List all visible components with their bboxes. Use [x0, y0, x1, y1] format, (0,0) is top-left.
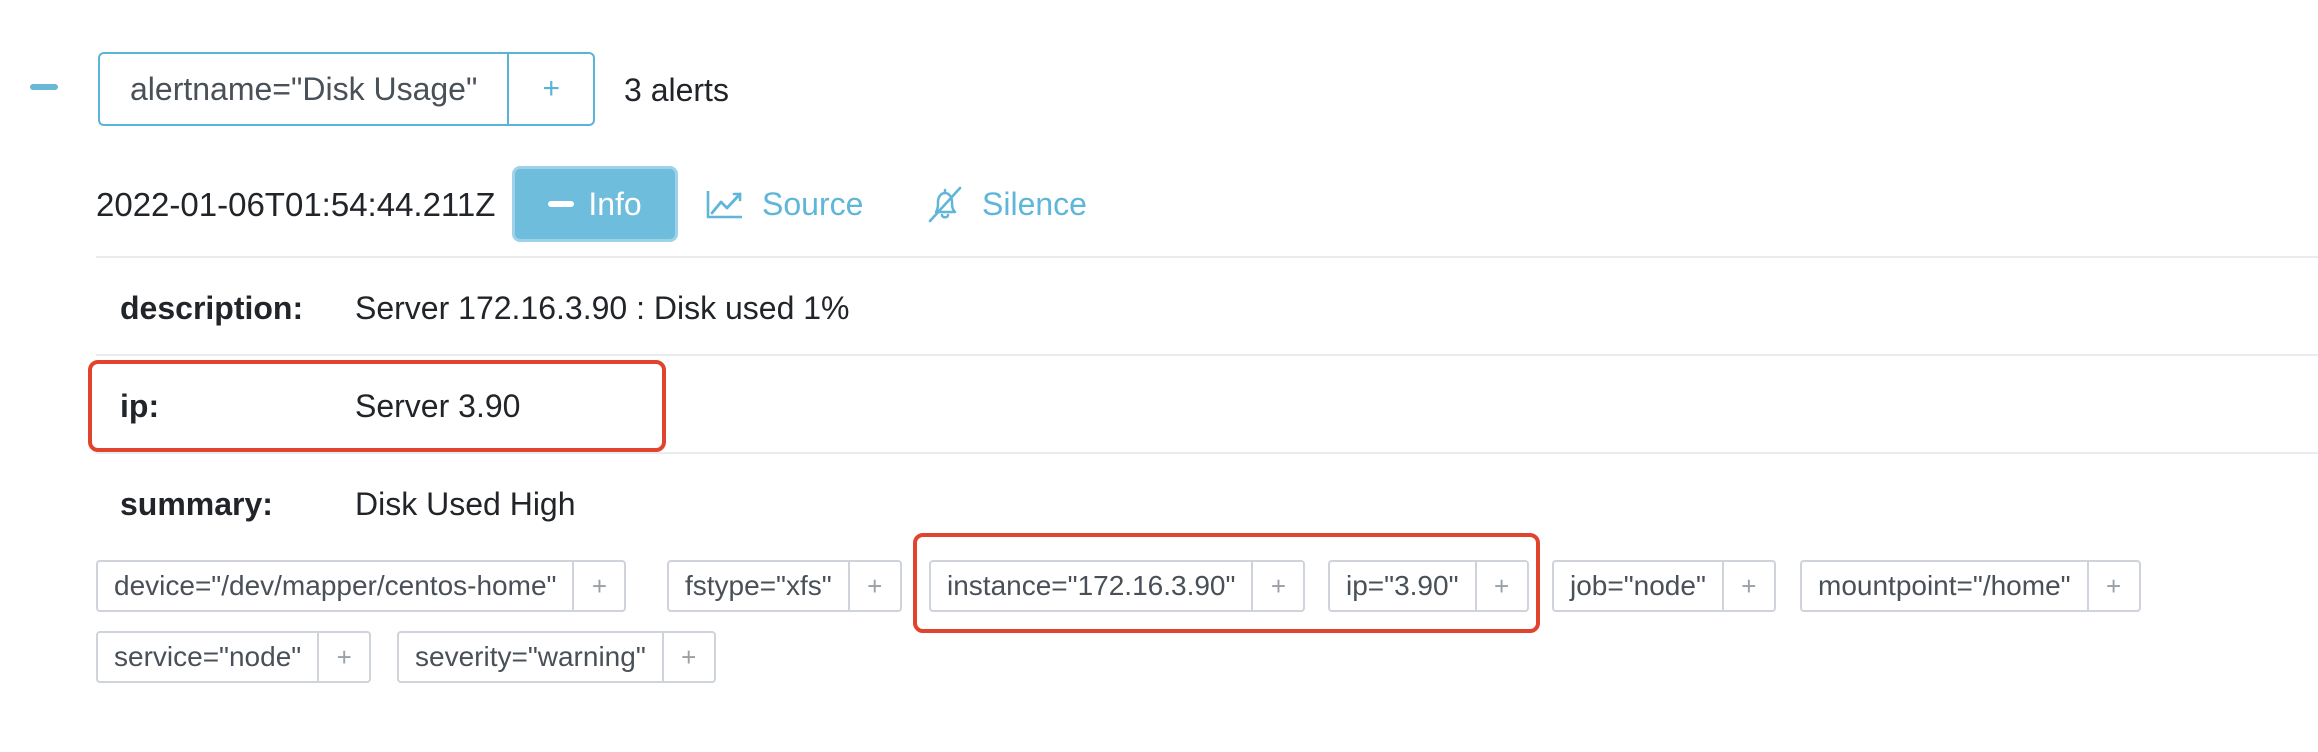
line-chart-icon [706, 189, 744, 219]
annotation-key: summary: [120, 486, 273, 522]
label-add-filter-button[interactable]: + [661, 633, 714, 681]
label-add-filter-button[interactable]: + [572, 562, 624, 610]
label-chip-text[interactable]: device="/dev/mapper/centos-home" [98, 562, 572, 610]
collapse-group-minus-icon[interactable] [30, 84, 58, 90]
alert-group-page: ​ alertname="Disk Usage" + 3 alerts 2022… [0, 0, 2318, 752]
label-chip-fstype[interactable]: fstype="xfs" + [667, 560, 902, 612]
label-chip-mountpoint[interactable]: mountpoint="/home" + [1800, 560, 2141, 612]
label-chip-job[interactable]: job="node" + [1552, 560, 1776, 612]
label-add-filter-button[interactable]: + [1721, 562, 1774, 610]
alert-count: 3 alerts [624, 72, 729, 108]
annotation-row-ip: ip: Server 3.90 [96, 354, 2318, 452]
label-chip-text[interactable]: ip="3.90" [1330, 562, 1475, 610]
label-chip-text[interactable]: fstype="xfs" [669, 562, 848, 610]
label-add-filter-button[interactable]: + [317, 633, 369, 681]
info-toggle-button[interactable]: Info [512, 166, 678, 242]
group-label-chip[interactable]: alertname="Disk Usage" + [98, 52, 596, 126]
annotation-value: Disk Used High [355, 486, 576, 522]
annotation-row-description: description: Server 172.16.3.90 : Disk u… [96, 256, 2318, 354]
minus-icon [548, 201, 575, 207]
annotation-row-summary: summary: Disk Used High [96, 452, 2318, 550]
label-chip-ip[interactable]: ip="3.90" + [1328, 560, 1529, 612]
label-chip-text[interactable]: job="node" [1554, 562, 1722, 610]
label-chip-text[interactable]: severity="warning" [399, 633, 662, 681]
label-chip-severity[interactable]: severity="warning" + [397, 631, 716, 683]
label-chip-device[interactable]: device="/dev/mapper/centos-home" + [96, 560, 627, 612]
silence-button-label: Silence [982, 185, 1087, 222]
label-chip-text[interactable]: service="node" [98, 633, 317, 681]
info-button-label: Info [588, 185, 642, 222]
alert-timestamp: 2022-01-06T01:54:44.211Z [96, 186, 496, 223]
bell-slash-icon [926, 185, 964, 223]
annotation-key: ip: [120, 388, 160, 424]
group-label-text[interactable]: alertname="Disk Usage" [100, 54, 507, 124]
label-chip-service[interactable]: service="node" + [96, 631, 372, 683]
source-button[interactable]: Source [706, 176, 863, 232]
label-add-filter-button[interactable]: + [1251, 562, 1303, 610]
annotations-table: description: Server 172.16.3.90 : Disk u… [96, 256, 2318, 550]
annotation-value: Server 3.90 [355, 388, 521, 424]
source-button-label: Source [762, 185, 864, 222]
label-chip-instance[interactable]: instance="172.16.3.90" + [929, 560, 1306, 612]
label-add-filter-button[interactable]: + [1474, 562, 1527, 610]
label-add-filter-button[interactable]: + [847, 562, 900, 610]
label-chip-text[interactable]: instance="172.16.3.90" [931, 562, 1251, 610]
group-label-add-filter-button[interactable]: + [507, 54, 593, 124]
label-add-filter-button[interactable]: + [2086, 562, 2139, 610]
label-chip-text[interactable]: mountpoint="/home" [1802, 562, 2087, 610]
silence-button[interactable]: Silence [926, 176, 1087, 232]
annotation-key: description: [120, 290, 304, 326]
annotation-value: Server 172.16.3.90 : Disk used 1% [355, 290, 850, 326]
